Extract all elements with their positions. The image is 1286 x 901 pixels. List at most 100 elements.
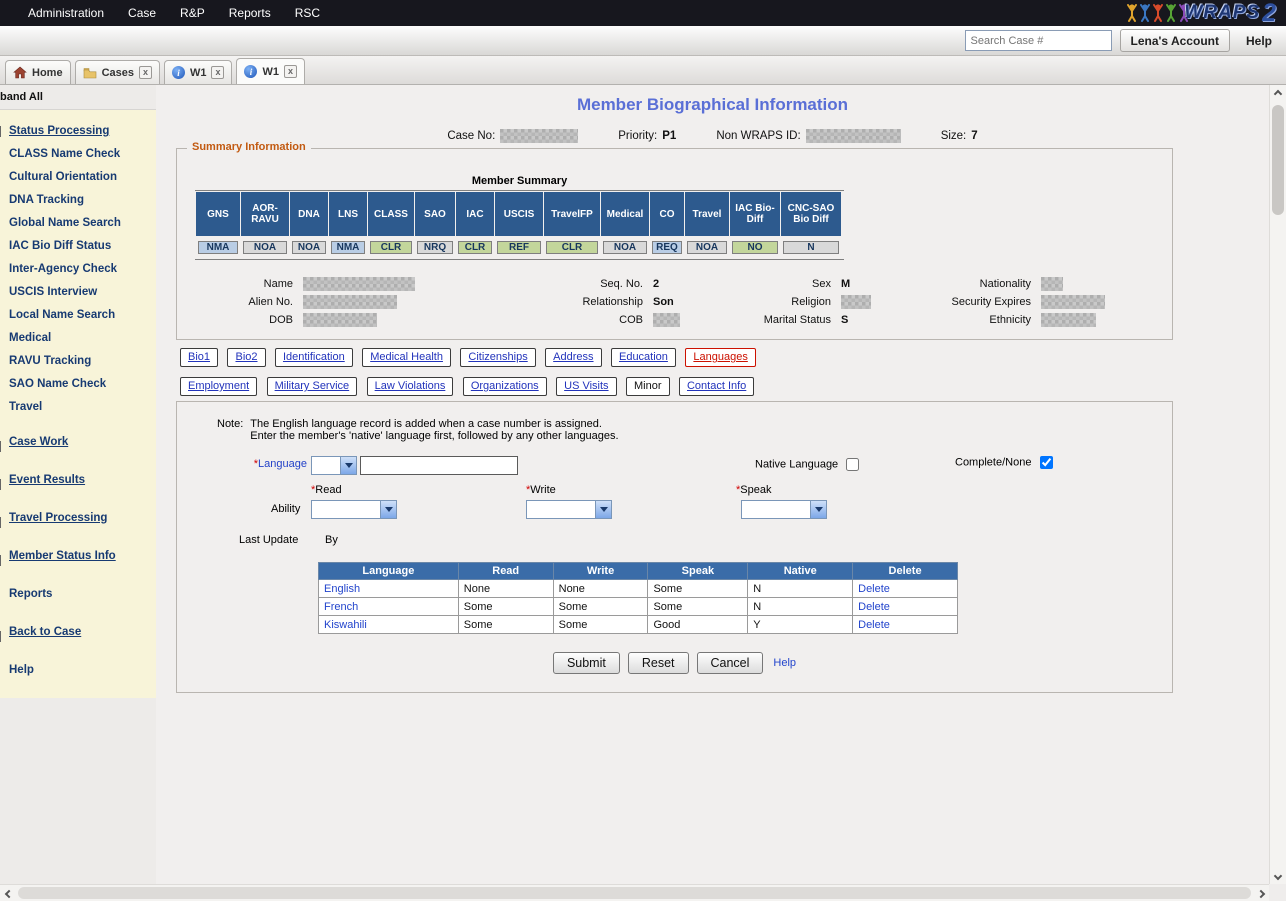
relationship-value: Son [653,296,674,308]
horizontal-scrollbar[interactable] [0,884,1269,901]
horizontal-scroll-thumb[interactable] [18,887,1251,899]
delete-link[interactable]: Delete [858,619,890,631]
delete-link[interactable]: Delete [858,601,890,613]
tab-military-service[interactable]: Military Service [267,377,358,396]
sidebar-item-global-name-search[interactable]: Global Name Search [0,212,156,235]
search-case-input[interactable] [965,30,1112,51]
tab-education[interactable]: Education [611,348,676,367]
sidebar-item-dna-tracking[interactable]: DNA Tracking [0,189,156,212]
sidebar-section-help[interactable]: Help [0,663,156,678]
summary-col-iac: IAC [456,192,494,236]
logo-figures-icon [1126,3,1190,23]
vertical-scroll-thumb[interactable] [1272,105,1284,215]
summary-col-medical: Medical [601,192,649,236]
sidebar-item-cultural-orientation[interactable]: Cultural Orientation [0,166,156,189]
close-icon[interactable]: x [284,65,297,78]
form-buttons: Submit Reset Cancel Help [177,652,1172,674]
summary-col-class: CLASS [368,192,414,236]
logo-wordmark: WRAPS [1184,2,1260,24]
close-icon[interactable]: x [139,66,152,79]
account-button[interactable]: Lena's Account [1120,29,1230,52]
relationship-label: Relationship [507,296,643,308]
case-no: Case No: [447,129,578,143]
tab-citizenships[interactable]: Citizenships [460,348,535,367]
folder-icon [83,67,97,79]
tab-home[interactable]: Home [5,60,71,84]
sidebar-item-uscis-interview[interactable]: USCIS Interview [0,281,156,304]
tab-identification[interactable]: Identification [275,348,353,367]
menu-administration[interactable]: Administration [16,6,116,20]
language-select[interactable] [311,456,357,475]
sidebar-section-back-to-case[interactable]: Back to Case [0,625,156,640]
tab-w1-active[interactable]: i W1 x [236,58,305,84]
tab-bio2[interactable]: Bio2 [227,348,265,367]
tab-w1-first[interactable]: i W1 x [164,60,233,84]
complete-none-checkbox[interactable] [1040,456,1053,469]
reset-button[interactable]: Reset [628,652,689,674]
sidebar-item-sao-name-check[interactable]: SAO Name Check [0,373,156,396]
tab-law-violations[interactable]: Law Violations [367,377,454,396]
scroll-right-arrow[interactable] [1252,885,1269,901]
speak-ability-select[interactable] [741,500,827,519]
tab-minor[interactable]: Minor [626,377,670,396]
tab-address[interactable]: Address [545,348,601,367]
close-icon[interactable]: x [211,66,224,79]
language-link[interactable]: Kiswahili [324,619,367,631]
languages-table: Language Read Write Speak Native Delete … [318,562,958,634]
language-link[interactable]: English [324,583,360,595]
sidebar-item-medical[interactable]: Medical [0,327,156,350]
sidebar-item-local-name-search[interactable]: Local Name Search [0,304,156,327]
home-icon [13,66,27,79]
speak-label: *Speak [736,484,771,496]
redacted-nationality [1041,277,1063,291]
native-language-checkbox[interactable] [846,458,859,471]
status-badge-travelfp: CLR [546,241,598,254]
sidebar-section-case-work[interactable]: Case Work [0,435,156,450]
tab-cases[interactable]: Cases x [75,60,160,84]
sidebar-item-ravu-tracking[interactable]: RAVU Tracking [0,350,156,373]
language-link[interactable]: French [324,601,358,613]
status-badge-gns: NMA [198,241,238,254]
menu-rp[interactable]: R&P [168,6,217,20]
tab-bio1[interactable]: Bio1 [180,348,218,367]
tab-organizations[interactable]: Organizations [463,377,547,396]
scroll-down-arrow[interactable] [1269,867,1286,884]
tab-contact-info[interactable]: Contact Info [679,377,754,396]
sidebar-item-inter-agency-check[interactable]: Inter-Agency Check [0,258,156,281]
name-label: Name [197,278,293,290]
menu-case[interactable]: Case [116,6,168,20]
vertical-scrollbar[interactable] [1269,85,1286,884]
sidebar-section-event-results[interactable]: Event Results [0,473,156,488]
sidebar-section-reports[interactable]: Reports [0,587,156,602]
language-input[interactable] [360,456,518,475]
marital-status-label: Marital Status [733,314,831,326]
delete-link[interactable]: Delete [858,583,890,595]
tab-employment[interactable]: Employment [180,377,257,396]
write-ability-select[interactable] [526,500,612,519]
menu-reports[interactable]: Reports [217,6,283,20]
tab-languages[interactable]: Languages [685,348,755,367]
sidebar-item-iac-bio-diff-status[interactable]: IAC Bio Diff Status [0,235,156,258]
sidebar-item-class-name-check[interactable]: CLASS Name Check [0,143,156,166]
submit-button[interactable]: Submit [553,652,620,674]
read-ability-select[interactable] [311,500,397,519]
form-help-link[interactable]: Help [773,657,796,669]
bio-tabs-row1: Bio1 Bio2 Identification Medical Health … [180,347,761,367]
note-label: Note: [217,418,243,442]
status-badge-medical: NOA [603,241,647,254]
sidebar-item-travel[interactable]: Travel [0,396,156,419]
tab-medical-health[interactable]: Medical Health [362,348,451,367]
scroll-up-arrow[interactable] [1269,85,1286,102]
cancel-button[interactable]: Cancel [697,652,764,674]
expand-all-link[interactable]: band All [0,85,156,110]
redacted-religion [841,295,871,309]
sidebar-item-status-processing[interactable]: Status Processing [0,120,156,143]
menu-rsc[interactable]: RSC [283,6,332,20]
scroll-left-arrow[interactable] [0,885,17,901]
sidebar-section-travel-processing[interactable]: Travel Processing [0,511,156,526]
summary-col-travelfp: TravelFP [544,192,600,236]
tab-us-visits[interactable]: US Visits [556,377,616,396]
help-menu[interactable]: Help [1238,34,1280,48]
summary-col-co: CO [650,192,684,236]
sidebar-section-member-status-info[interactable]: Member Status Info [0,549,156,564]
